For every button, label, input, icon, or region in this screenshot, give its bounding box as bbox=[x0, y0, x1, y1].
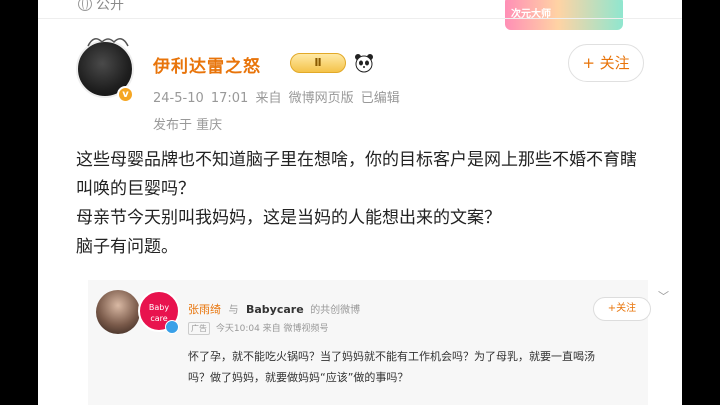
visibility-label: 公开 bbox=[96, 0, 124, 13]
globe-icon bbox=[78, 0, 92, 11]
divider bbox=[38, 18, 682, 19]
quoted-header: 张雨绮 与 Babycare 的共创微博 bbox=[188, 301, 360, 317]
verified-badge-icon bbox=[165, 320, 179, 334]
ad-tag: 广告 bbox=[188, 322, 210, 335]
level-badge[interactable]: Ⅱ bbox=[290, 53, 346, 73]
edited-label[interactable]: 已编辑 bbox=[361, 91, 400, 106]
sticker-banner[interactable]: 次元大师 bbox=[505, 0, 623, 30]
quoted-meta: 广告 今天10:04 来自 微博视频号 bbox=[188, 321, 329, 335]
content-paragraph: 脑子有问题。 bbox=[76, 237, 178, 257]
quoted-follow-button[interactable]: +关注 bbox=[593, 297, 651, 321]
avatar-frame-icon bbox=[87, 38, 129, 47]
verified-badge-icon: v bbox=[117, 86, 134, 103]
quoted-post[interactable]: Baby care 张雨绮 与 Babycare 的共创微博 广告 今天10:0… bbox=[88, 280, 669, 405]
quoted-time-source: 今天10:04 来自 微博视频号 bbox=[215, 324, 329, 334]
content-paragraph: 这些母婴品牌也不知道脑子里在想啥，你的目标客户是网上那些不婚不育瞎叫唤的巨婴吗？ bbox=[76, 150, 637, 199]
weibo-post-panel: 公开 次元大师 v 伊利达雷之怒 Ⅱ + 关注 24-5-10 17:01 来自… bbox=[38, 0, 682, 405]
follow-button[interactable]: + 关注 bbox=[568, 44, 644, 82]
top-bar: 公开 次元大师 bbox=[38, 0, 682, 30]
source[interactable]: 来自 微博网页版 bbox=[255, 91, 353, 106]
with-word: 与 bbox=[228, 305, 239, 316]
quoted-brand-name[interactable]: Babycare bbox=[246, 303, 304, 316]
quoted-author-avatar[interactable] bbox=[96, 290, 140, 334]
panda-icon bbox=[355, 54, 373, 73]
timestamp: 24-5-10 17:01 bbox=[153, 91, 249, 106]
co-created-label: 的共创微博 bbox=[310, 305, 361, 316]
post-content: 这些母婴品牌也不知道脑子里在想啥，你的目标客户是网上那些不婚不育瞎叫唤的巨婴吗？… bbox=[76, 146, 646, 262]
location: 发布于 重庆 bbox=[153, 118, 223, 133]
username[interactable]: 伊利达雷之怒 bbox=[153, 52, 261, 77]
chevron-down-icon[interactable]: ﹀ bbox=[658, 288, 669, 304]
content-paragraph: 母亲节今天别叫我妈妈，这是当妈的人能想出来的文案？ bbox=[76, 208, 501, 228]
post-meta: 24-5-10 17:01 来自 微博网页版 已编辑 bbox=[153, 87, 400, 106]
quoted-text: 怀了孕，就不能吃火锅吗？当了妈妈就不能有工作机会吗？为了母乳，就要一直喝汤吗？做… bbox=[188, 350, 595, 384]
visibility-indicator: 公开 bbox=[78, 0, 124, 14]
quoted-author-name[interactable]: 张雨绮 bbox=[188, 303, 221, 316]
